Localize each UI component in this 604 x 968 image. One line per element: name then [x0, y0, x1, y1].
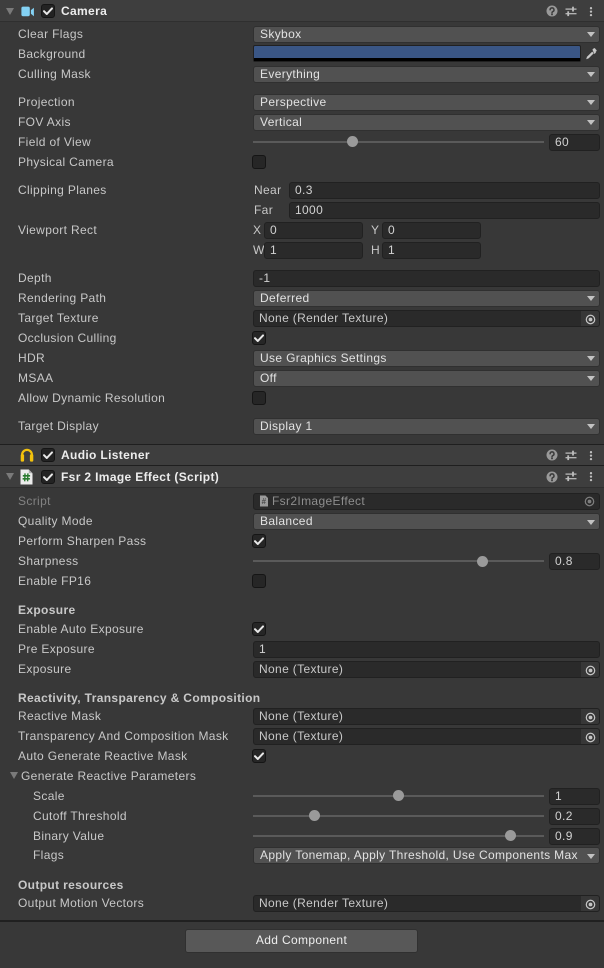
svg-text:#: #: [262, 497, 267, 506]
